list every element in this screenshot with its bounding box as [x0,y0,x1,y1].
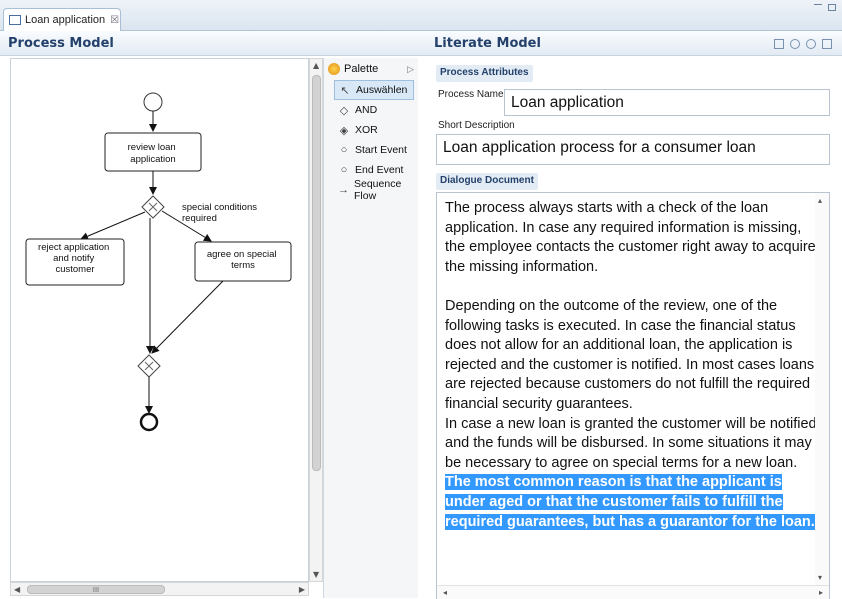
dialogue-paragraph-3: In case a new loan is granted the custom… [445,415,817,533]
process-model-header: Process Model [0,31,426,56]
palette-header[interactable]: Palette ▷ [324,58,418,80]
diagram-horizontal-scrollbar[interactable]: ◀ III ▶ [10,582,309,596]
and-gateway-icon: ◇ [339,104,349,117]
end-event-icon: ○ [340,164,348,176]
scroll-down-icon[interactable]: ▼ [313,570,319,579]
palette-item-label: End Event [355,164,404,176]
xor-gateway-icon: ◈ [339,124,349,137]
process-name-label: Process Name [438,89,504,100]
dialogue-document-label: Dialogue Document [436,173,538,190]
task-reject-line3: customer [55,264,94,275]
diagram-vertical-scrollbar[interactable]: ▲ ▼ [309,58,323,582]
minimize-view-icon[interactable] [774,39,784,49]
document-horizontal-scrollbar[interactable]: ◂ ▸ [437,585,829,599]
scroll-right-icon[interactable]: ▸ [819,588,823,597]
palette-panel: Palette ▷ ↖ Auswählen ◇ AND ◈ XOR ○ Star… [323,58,418,598]
condition-label: special conditions required [182,202,260,224]
task-review-line2: application [130,154,175,165]
minimize-button[interactable] [814,4,822,7]
palette-item-start-event[interactable]: ○ Start Event [334,140,414,160]
editor-tab-loan-application[interactable]: Loan application ☒ [3,8,121,31]
literate-model-pane: Literate Model Process Attributes Proces… [426,31,842,599]
scroll-left-icon[interactable]: ◂ [443,588,447,597]
palette-item-label: Auswählen [356,84,408,96]
start-event-icon: ○ [340,144,348,156]
dialogue-document-editor[interactable]: The process always starts with a check o… [436,192,830,599]
editor-tab-bar: Loan application ☒ [0,0,842,31]
scroll-right-icon[interactable]: ▶ [299,585,305,594]
palette-item-label: Sequence Flow [354,178,402,202]
pointer-icon: ↖ [340,84,350,97]
editor-tab-label: Loan application [25,14,106,26]
scroll-down-icon[interactable]: ▾ [818,573,822,582]
scroll-grip: III [92,586,100,594]
process-attributes-label: Process Attributes [436,65,533,82]
dialogue-paragraph-3-text: In case a new loan is granted the custom… [445,415,817,471]
palette-item-xor[interactable]: ◈ XOR [334,120,414,140]
start-event[interactable] [143,92,163,112]
literate-model-title: Literate Model [434,36,541,51]
condition-line2: required [182,213,217,224]
palette-icon [328,63,340,75]
close-icon[interactable]: ☒ [110,15,119,26]
sequence-flow-icon: → [338,184,349,196]
document-vertical-scrollbar[interactable]: ▴ ▾ [815,193,829,585]
bpmn-diagram: review loan application special conditio… [25,92,292,432]
palette-item-select[interactable]: ↖ Auswählen [334,80,414,100]
search-icon[interactable] [790,39,800,49]
diagram-vertical-scroll-thumb[interactable] [312,75,321,471]
literate-model-toolbar [774,39,832,49]
scroll-left-icon[interactable]: ◀ [14,585,20,594]
export-icon[interactable] [822,39,832,49]
dialogue-paragraph-2: Depending on the outcome of the review, … [445,297,815,412]
process-model-title: Process Model [8,36,114,51]
selected-text[interactable]: The most common reason is that the appli… [445,474,815,530]
end-event[interactable] [139,412,159,432]
maximize-button[interactable] [828,4,836,11]
condition-line1: special conditions [182,202,257,213]
diagram-horizontal-scroll-thumb[interactable]: III [27,585,165,594]
file-icon [9,15,21,25]
short-description-field[interactable]: Loan application process for a consumer … [436,134,830,165]
flow-agree-merge[interactable] [151,280,224,354]
scroll-up-icon[interactable]: ▲ [313,61,319,70]
dialogue-document-text[interactable]: The process always starts with a check o… [445,199,817,532]
window-controls [814,4,836,11]
task-agree-line2: terms [231,260,255,271]
palette-item-label: Start Event [355,144,407,156]
palette-title: Palette [344,63,379,75]
palette-item-sequence-flow[interactable]: → Sequence Flow [334,178,414,202]
palette-item-and[interactable]: ◇ AND [334,100,414,120]
scroll-up-icon[interactable]: ▴ [818,196,822,205]
task-reject-line2: and notify [53,253,94,264]
palette-item-end-event[interactable]: ○ End Event [334,160,414,180]
dialogue-paragraph-1: The process always starts with a check o… [445,200,816,275]
task-review-label: review loan application [128,142,179,165]
collapse-arrow-icon[interactable]: ▷ [407,64,414,75]
palette-item-label: AND [355,104,378,116]
short-description-label: Short Description [438,120,515,131]
task-reject-line1: reject application [38,242,109,253]
process-name-field[interactable]: Loan application [504,89,830,116]
palette-item-label: XOR [355,124,378,136]
process-diagram-canvas[interactable]: review loan application special conditio… [10,58,309,582]
task-agree-line1: agree on special [207,249,277,260]
task-review-line1: review loan [128,142,176,153]
comment-icon[interactable] [806,39,816,49]
flow-split-reject[interactable] [80,211,146,240]
